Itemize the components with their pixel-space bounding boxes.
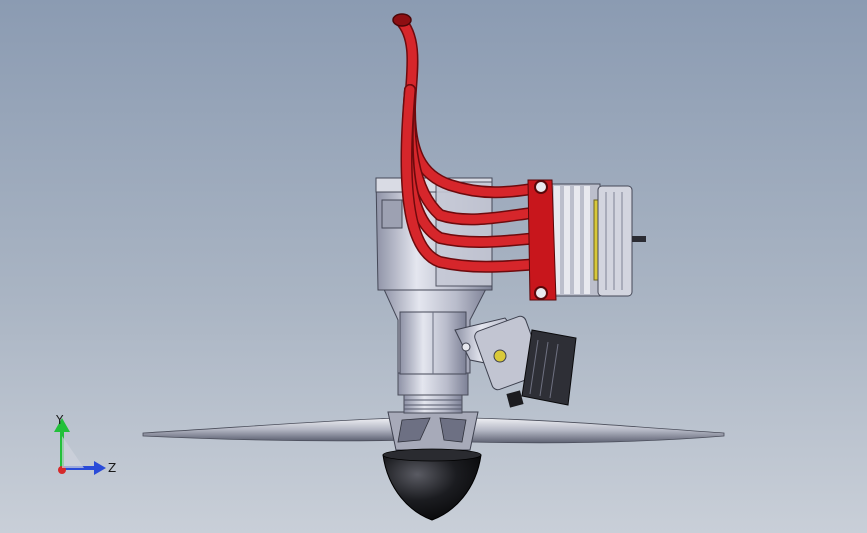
carburetor[interactable] <box>454 315 577 408</box>
propeller[interactable] <box>142 411 725 451</box>
cad-viewport[interactable]: Y Z <box>0 0 867 533</box>
z-axis-label: Z <box>108 461 116 475</box>
engine-model[interactable] <box>0 0 867 533</box>
exhaust-flange <box>527 179 557 301</box>
y-axis-label: Y <box>55 413 64 427</box>
cylinder-head[interactable] <box>547 183 646 297</box>
propeller-blade-left <box>142 417 411 442</box>
z-axis-arrow-icon <box>94 461 106 475</box>
propeller-blade-right <box>469 417 725 444</box>
axis-triad: Y Z <box>54 413 116 475</box>
prop-washer-stack <box>397 372 469 414</box>
exhaust-outlet <box>392 13 412 27</box>
spinner-cone <box>382 454 482 521</box>
